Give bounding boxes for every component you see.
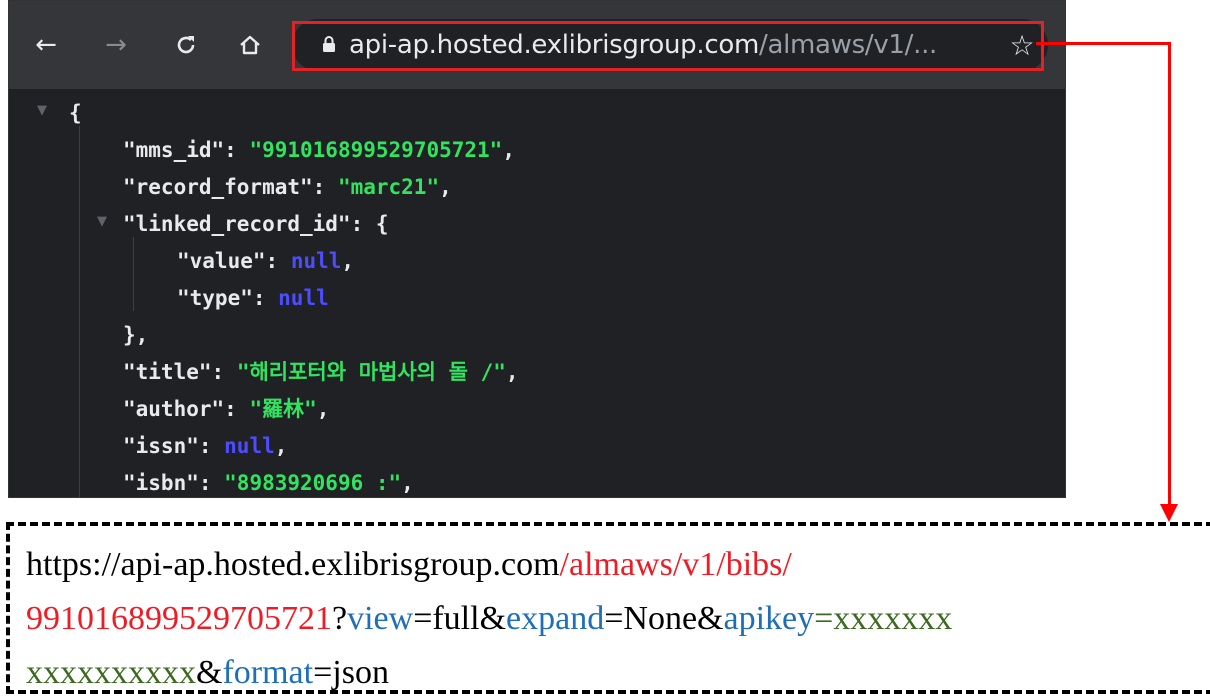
json-line: { bbox=[69, 95, 82, 132]
url-segment: =None& bbox=[604, 600, 724, 637]
json-punctuation: : bbox=[224, 397, 250, 421]
url-segment: https://api-ap.hosted.exlibrisgroup.com bbox=[26, 546, 560, 583]
json-punctuation: , bbox=[341, 249, 355, 273]
json-line: "mms_id": "991016899529705721", bbox=[123, 132, 515, 169]
json-line: "linked_record_id": { bbox=[123, 206, 389, 243]
json-key: "author" bbox=[123, 397, 225, 421]
json-punctuation: : bbox=[198, 434, 225, 458]
json-string-value: "羅林" bbox=[249, 397, 317, 421]
json-punctuation: , bbox=[505, 360, 519, 384]
url-segment: 991016899529705721 bbox=[26, 600, 332, 637]
json-punctuation: }, bbox=[123, 323, 149, 347]
url-segment: =full& bbox=[413, 600, 507, 637]
url-segment: /almaws/v1/bibs/ bbox=[559, 546, 792, 583]
json-null-value: null bbox=[278, 286, 329, 310]
url-segment: ? bbox=[332, 600, 348, 637]
json-punctuation: : { bbox=[350, 212, 389, 236]
json-key: "linked_record_id" bbox=[123, 212, 351, 236]
url-segment: =xxxxxxx bbox=[814, 600, 953, 637]
indent-guide bbox=[133, 237, 134, 311]
back-arrow-icon[interactable]: ← bbox=[29, 25, 63, 65]
connector-line bbox=[1036, 42, 1170, 45]
json-key: "value" bbox=[177, 249, 266, 273]
json-viewer: ▼ ▼ {"mms_id": "991016899529705721", "rec… bbox=[9, 89, 1065, 497]
json-key: "isbn" bbox=[123, 471, 199, 495]
json-line: "isbn": "8983920696 :", bbox=[123, 465, 414, 497]
url-segment: view bbox=[347, 600, 414, 637]
json-null-value: null bbox=[290, 249, 342, 273]
reload-icon[interactable] bbox=[169, 25, 203, 65]
json-punctuation: : bbox=[198, 471, 225, 495]
json-punctuation: , bbox=[439, 175, 452, 199]
connector-arrowhead bbox=[1160, 504, 1178, 522]
json-punctuation: : bbox=[211, 360, 237, 384]
json-punctuation: : bbox=[224, 138, 250, 162]
json-punctuation: , bbox=[401, 471, 414, 495]
json-punctuation: , bbox=[316, 397, 330, 421]
json-key: "record_format" bbox=[123, 175, 313, 199]
json-string-value: "해리포터와 마법사의 돌 /" bbox=[236, 360, 506, 384]
json-string-value: "marc21" bbox=[337, 175, 440, 199]
url-segment: xxxxxxxxxx bbox=[26, 654, 196, 691]
json-line: "type": null bbox=[177, 280, 329, 317]
collapse-triangle-icon[interactable]: ▼ bbox=[37, 103, 47, 118]
json-key: "issn" bbox=[123, 434, 199, 458]
collapse-triangle-icon[interactable]: ▼ bbox=[97, 214, 107, 229]
home-icon[interactable] bbox=[233, 25, 267, 65]
url-segment: format bbox=[222, 654, 314, 691]
indent-guide bbox=[79, 126, 80, 497]
url-segment: expand bbox=[506, 600, 605, 637]
json-key: "mms_id" bbox=[123, 138, 225, 162]
json-string-value: "8983920696 :" bbox=[224, 471, 402, 495]
url-segment: & bbox=[196, 654, 223, 691]
url-segment: =json bbox=[313, 654, 389, 691]
json-line: "issn": null, bbox=[123, 428, 287, 465]
json-line: "value": null, bbox=[177, 243, 354, 280]
browser-screenshot: ← → api-ap.hosted.exlibrisgroup.com/alma… bbox=[8, 0, 1066, 498]
url-segment: apikey bbox=[723, 600, 815, 637]
address-highlight-box bbox=[292, 21, 1044, 71]
json-punctuation: { bbox=[69, 101, 82, 125]
browser-toolbar: ← → api-ap.hosted.exlibrisgroup.com/alma… bbox=[9, 1, 1065, 89]
json-key: "type" bbox=[177, 286, 253, 310]
full-url-text: https://api-ap.hosted.exlibrisgroup.com/… bbox=[26, 538, 1026, 700]
json-key: "title" bbox=[123, 360, 212, 384]
json-line: "author": "羅林", bbox=[123, 391, 329, 428]
json-punctuation: : bbox=[312, 175, 338, 199]
json-punctuation: : bbox=[265, 249, 291, 273]
json-null-value: null bbox=[224, 434, 275, 458]
json-punctuation: , bbox=[502, 138, 515, 162]
json-line: "title": "해리포터와 마법사의 돌 /", bbox=[123, 354, 519, 391]
json-line: }, bbox=[123, 317, 148, 354]
json-punctuation: : bbox=[252, 286, 279, 310]
forward-arrow-icon[interactable]: → bbox=[99, 25, 133, 65]
json-punctuation: , bbox=[274, 434, 288, 458]
json-string-value: "991016899529705721" bbox=[249, 138, 503, 162]
connector-line bbox=[1168, 42, 1171, 506]
json-line: "record_format": "marc21", bbox=[123, 169, 452, 206]
